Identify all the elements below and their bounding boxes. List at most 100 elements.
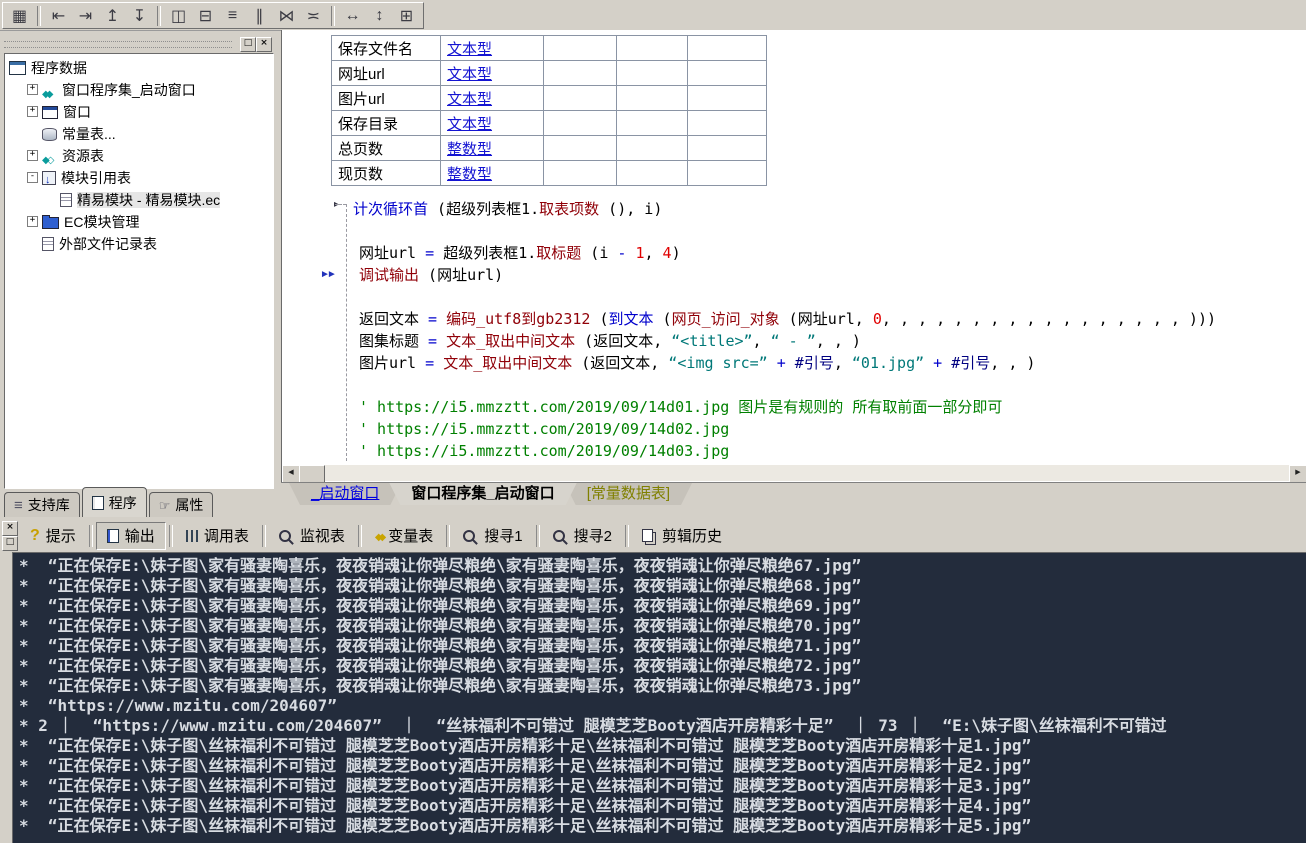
align-left-icon[interactable]: ⇤ (45, 5, 72, 27)
variable-name-cell[interactable]: 总页数 (332, 136, 441, 161)
scroll-left-button[interactable]: ◀ (282, 465, 300, 482)
tree-item[interactable]: 常量表... (5, 123, 273, 145)
variable-name-cell[interactable]: 网址url (332, 61, 441, 86)
align-bottom-icon[interactable]: ↧ (126, 5, 153, 27)
form-grid-icon[interactable]: ▦ (6, 5, 33, 27)
program-data-tree[interactable]: 程序数据+窗口程序集_启动窗口+窗口常量表...+资源表-模块引用表精易模块 -… (4, 53, 274, 489)
align-top-icon[interactable]: ↥ (99, 5, 126, 27)
tree-item[interactable]: +窗口程序集_启动窗口 (5, 79, 273, 101)
same-width-icon[interactable]: ↔ (339, 5, 366, 27)
code-line[interactable]: 返回文本 = 编码_utf8到gb2312 (到文本 (网页_访问_对象 (网址… (359, 308, 1306, 330)
tree-item[interactable]: +EC模块管理 (5, 211, 273, 233)
tree-item[interactable]: -模块引用表 (5, 167, 273, 189)
tab-变量表[interactable]: 变量表 (365, 523, 443, 549)
panel-close-button[interactable]: × (256, 37, 272, 52)
editor-tab-3[interactable]: [常量数据表] (565, 483, 692, 505)
same-height-icon[interactable]: ↕ (366, 5, 393, 27)
tab-属性[interactable]: 属性 (149, 492, 214, 517)
tab-剪辑历史[interactable]: 剪辑历史 (632, 523, 732, 549)
scrollbar-thumb[interactable] (299, 465, 325, 482)
empty-cell[interactable] (688, 61, 767, 86)
variable-name-cell[interactable]: 保存目录 (332, 111, 441, 136)
tab-搜寻1[interactable]: 搜寻1 (453, 523, 532, 549)
editor-tab-2[interactable]: 窗口程序集_启动窗口 (389, 483, 576, 505)
editor-horizontal-scrollbar[interactable]: ◀ ▶ (282, 464, 1306, 481)
panel-float-button[interactable]: □ (240, 37, 256, 52)
code-line[interactable]: 图片url = 文本_取出中间文本 (返回文本, “<img src=” + #… (359, 352, 1306, 374)
type-link[interactable]: 文本型 (447, 91, 492, 108)
variable-name-cell[interactable]: 图片url (332, 86, 441, 111)
same-horizontal-gap-icon[interactable]: ⋈ (273, 5, 300, 27)
tree-item[interactable]: 精易模块 - 精易模块.ec (5, 189, 273, 211)
code-line[interactable]: 调试输出 (网址url) (359, 264, 1306, 286)
type-link[interactable]: 文本型 (447, 66, 492, 83)
scroll-right-button[interactable]: ▶ (1289, 465, 1306, 482)
code-line[interactable]: ' https://i5.mmzztt.com/2019/09/14d02.jp… (359, 418, 1306, 440)
code-line[interactable]: 计次循环首 (超级列表框1.取表项数 (), i) (353, 198, 1306, 220)
empty-cell[interactable] (544, 61, 617, 86)
type-link[interactable]: 整数型 (447, 141, 492, 158)
variable-type-cell[interactable]: 整数型 (441, 136, 544, 161)
type-link[interactable]: 文本型 (447, 41, 492, 58)
collapse-icon[interactable]: - (27, 172, 38, 183)
code-line[interactable] (359, 286, 1306, 308)
empty-cell[interactable] (544, 161, 617, 186)
output-float-button[interactable]: □ (2, 536, 18, 551)
code-line[interactable] (359, 220, 1306, 242)
panel-grip[interactable] (4, 41, 232, 48)
same-size-icon[interactable]: ⊞ (393, 5, 420, 27)
tree-item[interactable]: +窗口 (5, 101, 273, 123)
align-right-icon[interactable]: ⇥ (72, 5, 99, 27)
expand-icon[interactable]: + (27, 150, 38, 161)
empty-cell[interactable] (617, 61, 688, 86)
empty-cell[interactable] (544, 136, 617, 161)
code-line[interactable]: 网址url = 超级列表框1.取标题 (i - 1, 4) (359, 242, 1306, 264)
variable-type-cell[interactable]: 文本型 (441, 111, 544, 136)
empty-cell[interactable] (688, 161, 767, 186)
variable-type-cell[interactable]: 文本型 (441, 86, 544, 111)
tree-item[interactable]: +资源表 (5, 145, 273, 167)
empty-cell[interactable] (617, 161, 688, 186)
tree-item[interactable]: 外部文件记录表 (5, 233, 273, 255)
empty-cell[interactable] (688, 136, 767, 161)
empty-cell[interactable] (617, 111, 688, 136)
tree-item[interactable]: 程序数据 (5, 57, 273, 79)
code-line[interactable]: 图集标题 = 文本_取出中间文本 (返回文本, “<title>”, “ - ”… (359, 330, 1306, 352)
empty-cell[interactable] (617, 36, 688, 61)
editor-tab-1[interactable]: _启动窗口 (289, 483, 401, 505)
empty-cell[interactable] (688, 111, 767, 136)
code-area[interactable]: 计次循环首 (超级列表框1.取表项数 (), i) 网址url = 超级列表框1.… (282, 198, 1306, 462)
space-evenly-vertical-icon[interactable]: ∥ (246, 5, 273, 27)
center-vertical-icon[interactable]: ⊟ (192, 5, 219, 27)
output-console[interactable]: * “正在保存E:\妹子图\家有骚妻陶喜乐，夜夜销魂让你弹尽粮绝\家有骚妻陶喜乐… (12, 552, 1306, 843)
same-vertical-gap-icon[interactable]: ≍ (300, 5, 327, 27)
expand-icon[interactable]: + (27, 106, 38, 117)
space-evenly-horizontal-icon[interactable]: ≡ (219, 5, 246, 27)
tab-搜寻2[interactable]: 搜寻2 (543, 523, 622, 549)
type-link[interactable]: 文本型 (447, 116, 492, 133)
workspace-panel-header[interactable]: □ × (2, 36, 274, 51)
expand-icon[interactable]: + (27, 216, 38, 227)
code-line[interactable]: ' https://i5.mmzztt.com/2019/09/14d01.jp… (359, 396, 1306, 418)
code-line[interactable] (359, 374, 1306, 396)
empty-cell[interactable] (617, 136, 688, 161)
empty-cell[interactable] (688, 36, 767, 61)
tab-调用表[interactable]: 调用表 (176, 523, 259, 549)
code-line[interactable]: ' https://i5.mmzztt.com/2019/09/14d03.jp… (359, 440, 1306, 462)
empty-cell[interactable] (544, 86, 617, 111)
type-link[interactable]: 整数型 (447, 166, 492, 183)
variable-name-cell[interactable]: 保存文件名 (332, 36, 441, 61)
empty-cell[interactable] (617, 86, 688, 111)
empty-cell[interactable] (688, 86, 767, 111)
tab-程序[interactable]: 程序 (82, 487, 147, 517)
code-editor[interactable]: 保存文件名文本型网址url文本型图片url文本型保存目录文本型总页数整数型现页数… (281, 30, 1306, 482)
variable-type-cell[interactable]: 文本型 (441, 36, 544, 61)
tab-输出[interactable]: 输出 (96, 522, 166, 550)
empty-cell[interactable] (544, 36, 617, 61)
empty-cell[interactable] (544, 111, 617, 136)
variable-type-cell[interactable]: 文本型 (441, 61, 544, 86)
variable-type-cell[interactable]: 整数型 (441, 161, 544, 186)
tab-提示[interactable]: 提示 (20, 523, 86, 549)
center-horizontal-icon[interactable]: ◫ (165, 5, 192, 27)
expand-icon[interactable]: + (27, 84, 38, 95)
